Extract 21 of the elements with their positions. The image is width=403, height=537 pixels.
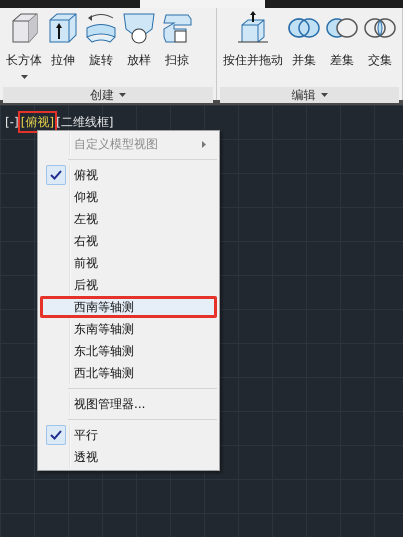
box-arrow-icon (236, 11, 270, 45)
tool-button[interactable]: 交集 (363, 11, 397, 87)
panel-title[interactable]: 创建 (90, 86, 114, 104)
panel-title[interactable]: 编辑 (292, 86, 316, 104)
tool-button[interactable]: 长方体 (6, 11, 42, 87)
caret-icon[interactable] (119, 93, 126, 97)
tool-button[interactable]: 放样 (122, 11, 156, 87)
submenu-arrow-icon (202, 140, 206, 148)
viewport-control[interactable]: [俯视] (20, 113, 56, 131)
revolve-icon (84, 11, 118, 45)
menu-item[interactable]: 西南等轴测 (40, 296, 217, 318)
viewport-control[interactable]: [二维线框] (55, 113, 114, 131)
tool-button[interactable]: 拉伸 (46, 11, 80, 87)
tool-button[interactable]: 旋转 (84, 11, 118, 87)
tool-button[interactable]: 差集 (325, 11, 359, 87)
tool-button[interactable]: 按住并拖动 (223, 11, 283, 87)
tool-button[interactable]: 并集 (287, 11, 321, 87)
tool-button[interactable]: 扫掠 (160, 11, 194, 87)
caret-icon[interactable] (320, 93, 328, 97)
loft-icon (122, 11, 156, 45)
viewport-control[interactable]: [-] (4, 113, 20, 131)
